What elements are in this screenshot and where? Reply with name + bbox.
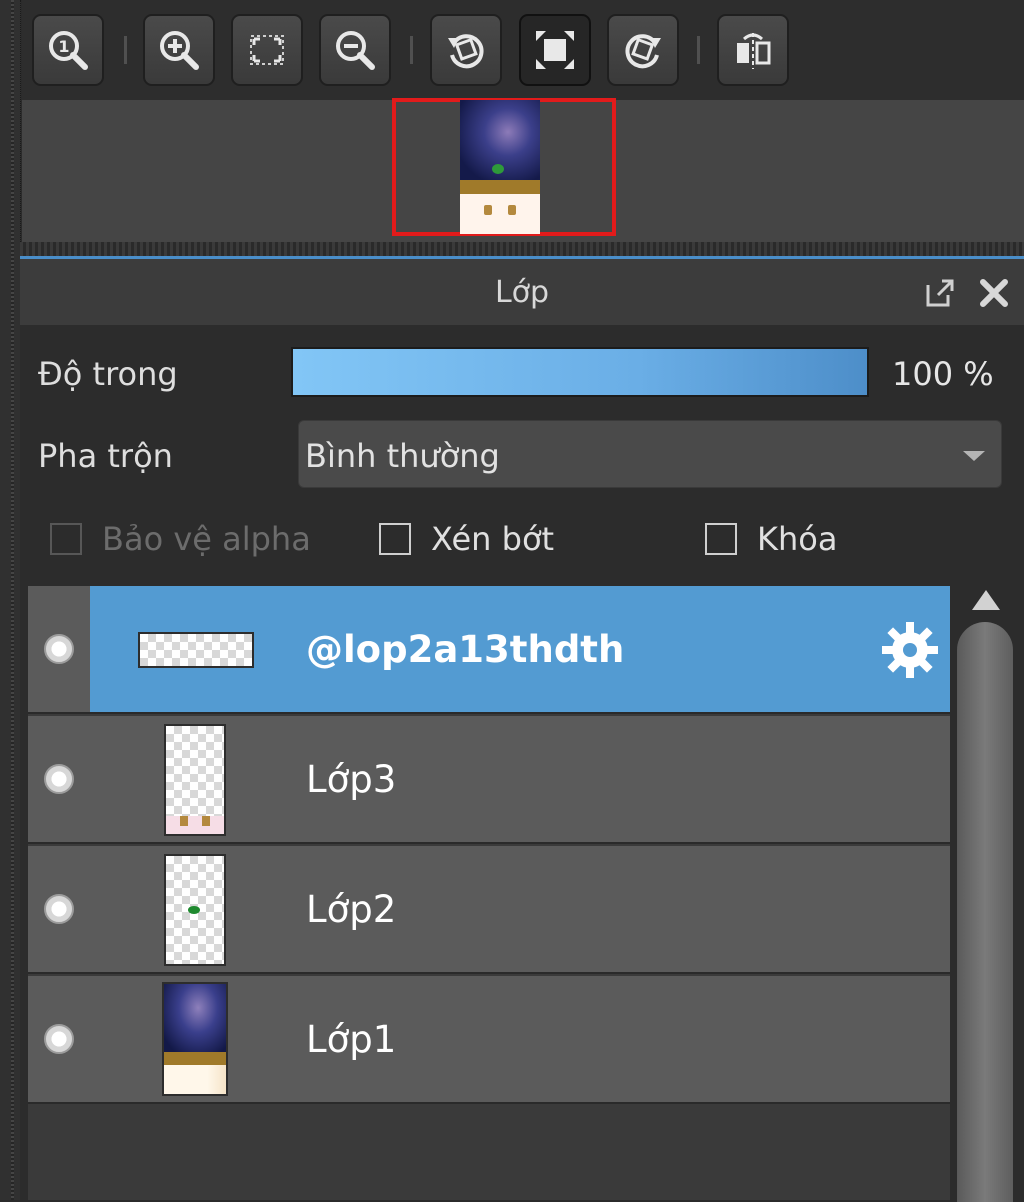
- layer-panel-header: Lớp: [20, 259, 1024, 325]
- layer-row[interactable]: Lớp1: [28, 976, 950, 1104]
- opacity-slider[interactable]: [291, 347, 869, 397]
- zoom-out-icon: [336, 31, 375, 70]
- layer-row[interactable]: Lớp3: [28, 716, 950, 844]
- visibility-dot-icon: [44, 634, 74, 664]
- layer-row[interactable]: @lop2a13thdth: [28, 586, 950, 714]
- scrollbar-thumb[interactable]: [957, 622, 1013, 1202]
- clip-checkbox[interactable]: [379, 523, 411, 555]
- visibility-dot-icon: [44, 894, 74, 924]
- reset-rotation-button[interactable]: [519, 14, 591, 86]
- svg-text:1: 1: [58, 37, 69, 56]
- zoom-one-icon: 1: [49, 31, 88, 70]
- rotate-right-icon: [625, 34, 661, 69]
- layer-visibility-toggle[interactable]: [28, 716, 90, 842]
- fullscreen-icon: [536, 31, 574, 69]
- blend-mode-label: Pha trộn: [38, 437, 173, 475]
- toolbar-separator: [124, 36, 127, 64]
- blend-mode-value: Bình thường: [305, 437, 500, 475]
- view-toolbar: 1: [22, 0, 1024, 100]
- layer-row[interactable]: Lớp2: [28, 846, 950, 974]
- zoom-out-button[interactable]: [319, 14, 391, 86]
- flip-horizontal-icon: [737, 33, 771, 69]
- zoom-actual-size-button[interactable]: 1: [32, 14, 104, 86]
- layer-thumbnail: [138, 632, 254, 668]
- layer-visibility-toggle[interactable]: [28, 586, 90, 712]
- protect-alpha-checkbox[interactable]: [50, 523, 82, 555]
- rotate-left-button[interactable]: [430, 14, 502, 86]
- close-icon[interactable]: [978, 277, 1010, 309]
- zoom-in-icon: [160, 31, 199, 70]
- navigator-canvas-thumbnail: [460, 100, 540, 234]
- rotate-right-button[interactable]: [607, 14, 679, 86]
- layer-name: Lớp2: [306, 888, 397, 931]
- layer-thumbnail: [164, 854, 226, 966]
- layer-name: @lop2a13thdth: [306, 628, 625, 671]
- layer-visibility-toggle[interactable]: [28, 846, 90, 972]
- layer-visibility-toggle[interactable]: [28, 976, 90, 1102]
- layer-name: Lớp3: [306, 758, 397, 801]
- visibility-dot-icon: [44, 1024, 74, 1054]
- clip-label: Xén bớt: [431, 520, 555, 558]
- opacity-value: 100 %: [892, 355, 994, 393]
- dock-grip[interactable]: [0, 0, 21, 1200]
- scroll-up-arrow-icon[interactable]: [972, 590, 1000, 610]
- rotate-left-icon: [448, 34, 484, 69]
- lock-checkbox[interactable]: [705, 523, 737, 555]
- fit-screen-icon: [250, 35, 284, 65]
- layer-list: @lop2a13thdth Lớp3 Lớp2 Lớp1: [28, 586, 950, 1200]
- layer-name: Lớp1: [306, 1018, 397, 1061]
- blend-mode-select[interactable]: Bình thường: [298, 420, 1002, 488]
- popout-icon[interactable]: [924, 277, 956, 309]
- chevron-down-icon: [963, 451, 985, 461]
- layer-list-scrollbar[interactable]: [955, 586, 1015, 1202]
- panel-splitter[interactable]: [20, 242, 1024, 256]
- visibility-dot-icon: [44, 764, 74, 794]
- fit-to-window-button[interactable]: [231, 14, 303, 86]
- opacity-label: Độ trong: [38, 355, 178, 393]
- opacity-slider-fill: [293, 349, 867, 395]
- flip-horizontal-button[interactable]: [717, 14, 789, 86]
- gear-icon[interactable]: [880, 620, 940, 680]
- layer-thumbnail: [162, 982, 228, 1096]
- panel-title: Lớp: [494, 274, 550, 310]
- toolbar-separator: [410, 36, 413, 64]
- toolbar-separator: [697, 36, 700, 64]
- layer-thumbnail: [164, 724, 226, 836]
- lock-label: Khóa: [757, 520, 838, 558]
- zoom-in-button[interactable]: [143, 14, 215, 86]
- protect-alpha-label: Bảo vệ alpha: [102, 520, 311, 558]
